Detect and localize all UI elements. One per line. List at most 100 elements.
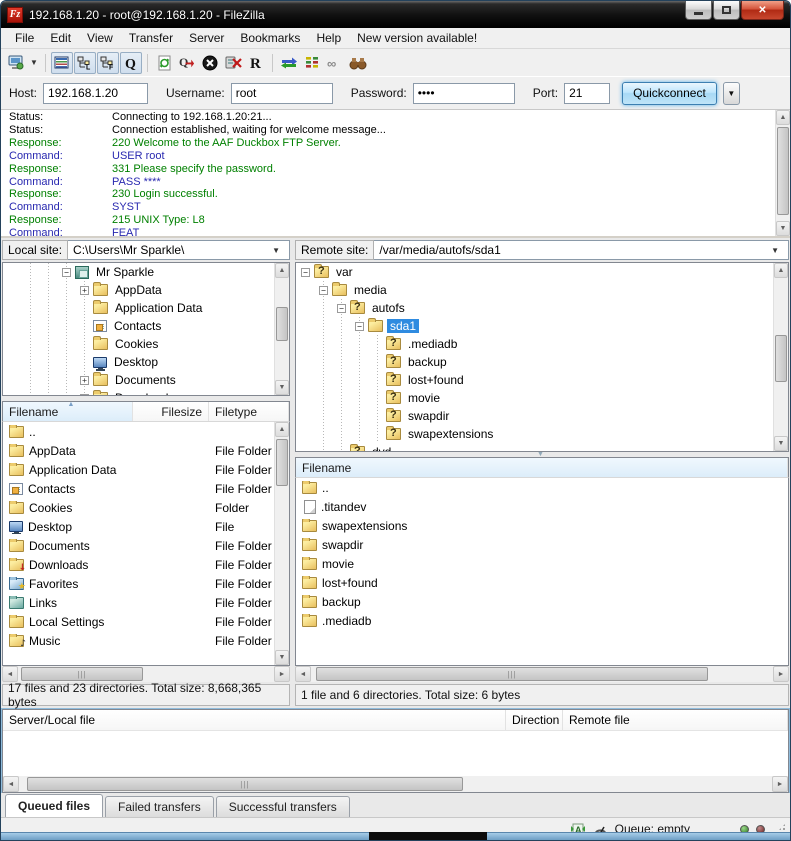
local-horizontal-scrollbar[interactable]: ◄ ||| ► [2,666,290,682]
menu-transfer[interactable]: Transfer [121,29,181,47]
new-version-notice[interactable]: New version available! [349,29,485,47]
local-file-row[interactable]: ★FavoritesFile Folder [3,574,274,593]
local-list-vertical-scrollbar[interactable]: ▲ ▼ [274,422,289,665]
site-manager-dropdown[interactable]: ▼ [28,52,40,74]
local-site-combobox[interactable]: C:\Users\Mr Sparkle\ ▼ [68,240,290,260]
remote-tree-item-swapdir[interactable]: ?swapdir [296,407,773,425]
scroll-down-icon[interactable]: ▼ [774,436,788,451]
local-file-row[interactable]: CookiesFolder [3,498,274,517]
scroll-right-icon[interactable]: ► [274,666,290,682]
remote-tree-vertical-scrollbar[interactable]: ▲ ▼ [773,263,788,451]
remote-tree-item-dvd[interactable]: ?dvd [296,443,773,451]
refresh-button[interactable] [153,52,175,74]
remote-horizontal-scrollbar[interactable]: ◄ ||| ► [295,666,789,682]
remote-tree-item-media[interactable]: −media [296,281,773,299]
local-tree-vertical-scrollbar[interactable]: ▲ ▼ [274,263,289,395]
local-file-row[interactable]: DesktopFile [3,517,274,536]
scroll-up-icon[interactable]: ▲ [774,263,788,278]
local-tree-item-cookies[interactable]: Cookies [3,335,274,353]
scroll-right-icon[interactable]: ► [773,666,789,682]
menu-bookmarks[interactable]: Bookmarks [232,29,308,47]
remote-file-row[interactable]: .titandev [296,497,788,516]
host-input[interactable] [43,83,148,104]
scroll-up-icon[interactable]: ▲ [275,263,289,278]
remote-file-row[interactable]: lost+found [296,573,788,592]
quickconnect-button[interactable]: Quickconnect [622,82,717,105]
toggle-message-log-button[interactable] [51,52,73,74]
collapse-icon[interactable]: − [337,304,346,313]
scroll-down-icon[interactable]: ▼ [776,221,790,236]
remote-tree-item-sda1[interactable]: −sda1 [296,317,773,335]
tab-queued-files[interactable]: Queued files [5,794,103,817]
process-queue-button[interactable]: Q [176,52,198,74]
menu-view[interactable]: View [79,29,121,47]
menu-file[interactable]: File [7,29,42,47]
directory-comparison-button[interactable] [301,52,323,74]
log-vertical-scrollbar[interactable]: ▲ ▼ [775,110,790,236]
tab-failed-transfers[interactable]: Failed transfers [105,796,214,817]
close-button[interactable]: ✕ [741,1,784,20]
password-input[interactable] [413,83,515,104]
filename-filters-button[interactable] [347,52,369,74]
toggle-remote-tree-button[interactable]: F [97,52,119,74]
cancel-button[interactable] [199,52,221,74]
column-header-filesize[interactable]: Filesize [133,402,209,421]
expand-icon[interactable]: + [80,286,89,295]
local-tree-item-desktop[interactable]: Desktop [3,353,274,371]
remote-file-row[interactable]: swapdir [296,535,788,554]
scroll-right-icon[interactable]: ► [772,776,788,792]
local-file-row[interactable]: .. [3,422,274,441]
menu-help[interactable]: Help [308,29,349,47]
collapse-icon[interactable]: − [301,268,310,277]
scroll-up-icon[interactable]: ▲ [776,110,790,125]
menu-edit[interactable]: Edit [42,29,79,47]
disconnect-button[interactable] [222,52,244,74]
local-tree-item-contacts[interactable]: Contacts [3,317,274,335]
remote-file-row[interactable]: .mediadb [296,611,788,630]
remote-tree-item-swapextensions[interactable]: ?swapextensions [296,425,773,443]
expand-icon[interactable]: + [80,376,89,385]
tab-successful-transfers[interactable]: Successful transfers [216,796,350,817]
remote-file-row[interactable]: .. [296,478,788,497]
remote-tree-item-backup[interactable]: ?backup [296,353,773,371]
menu-server[interactable]: Server [181,29,232,47]
local-file-row[interactable]: LinksFile Folder [3,593,274,612]
username-input[interactable] [231,83,333,104]
column-header-filename[interactable]: Filename▲ [3,402,133,421]
scroll-left-icon[interactable]: ◄ [3,776,19,792]
remote-file-row[interactable]: backup [296,592,788,611]
site-manager-button[interactable] [5,52,27,74]
minimize-button[interactable] [685,1,712,20]
remote-file-row[interactable]: swapextensions [296,516,788,535]
remote-site-combobox[interactable]: /var/media/autofs/sda1 ▼ [374,240,789,260]
local-file-row[interactable]: AppDataFile Folder [3,441,274,460]
local-file-row[interactable]: Local SettingsFile Folder [3,612,274,631]
local-file-row[interactable]: Application DataFile Folder [3,460,274,479]
local-file-row[interactable]: ↓DownloadsFile Folder [3,555,274,574]
local-tree-item-documents[interactable]: +Documents [3,371,274,389]
local-tree-item-downloads[interactable]: +↓Downloads [3,389,274,395]
remote-tree-item--mediadb[interactable]: ?.mediadb [296,335,773,353]
quickconnect-dropdown[interactable]: ▼ [723,82,740,105]
remote-tree-item-movie[interactable]: ?movie [296,389,773,407]
collapse-icon[interactable]: − [319,286,328,295]
remote-file-row[interactable]: movie [296,554,788,573]
scroll-up-icon[interactable]: ▲ [275,422,289,437]
column-header-filetype[interactable]: Filetype [209,402,289,421]
scroll-left-icon[interactable]: ◄ [2,666,18,682]
collapse-icon[interactable]: − [355,322,364,331]
splitter-collapse-icon[interactable]: ▼ [537,452,544,457]
queue-horizontal-scrollbar[interactable]: ◄ ||| ► [3,776,788,792]
remote-splitter[interactable]: ▼ [295,452,789,457]
local-file-row[interactable]: DocumentsFile Folder [3,536,274,555]
remote-tree-item-autofs[interactable]: −?autofs [296,299,773,317]
toggle-queue-button[interactable]: Q [120,52,142,74]
maximize-button[interactable] [713,1,740,20]
scroll-down-icon[interactable]: ▼ [275,380,289,395]
synchronized-browsing-button[interactable] [278,52,300,74]
column-header-remote-file[interactable]: Remote file [563,710,788,730]
expand-icon[interactable]: + [80,394,89,396]
scroll-left-icon[interactable]: ◄ [295,666,311,682]
column-header-server-local-file[interactable]: Server/Local file [3,710,506,730]
local-tree-item-mr-sparkle[interactable]: −Mr Sparkle [3,263,274,281]
